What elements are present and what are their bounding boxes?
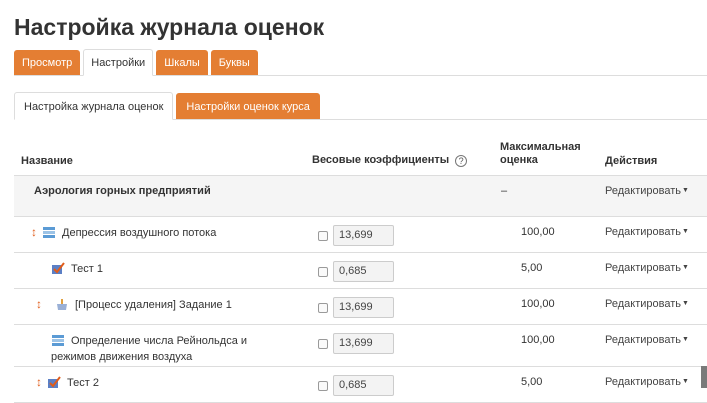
weight-override-checkbox[interactable] [318,302,328,313]
tab-course-grade-settings[interactable]: Настройки оценок курса [176,93,320,119]
tab-setup[interactable]: Настройки [83,49,154,76]
grade-category-icon [42,226,56,239]
tab-scales[interactable]: Шкалы [156,50,208,75]
caret-down-icon: ▼ [682,227,689,235]
header-max-line2: оценка [500,153,538,166]
max-grade: 100,00 [521,297,555,310]
tab-view[interactable]: Просмотр [14,50,81,75]
assignment-icon [55,298,69,311]
table-row: ↕ Депрессия воздушного потока 13,699 100… [14,216,707,253]
edit-menu[interactable]: Редактировать▼ [605,226,689,238]
edit-menu[interactable]: Редактировать▼ [605,376,689,388]
header-max-grade: Максимальная оценка [500,131,605,176]
weight-input[interactable]: 13,699 [333,296,394,318]
edit-menu[interactable]: Редактировать▼ [605,298,689,310]
item-name[interactable]: Тест 1 [71,262,103,277]
caret-down-icon: ▼ [682,377,689,385]
table-header: Название Весовые коэффициенты? Максималь… [14,131,707,176]
max-grade: 100,00 [521,225,555,238]
caret-down-icon: ▼ [682,263,689,271]
scrollbar-thumb[interactable] [701,366,707,388]
weight-input[interactable]: 13,699 [333,224,394,246]
quiz-icon [51,261,65,275]
edit-menu[interactable]: Редактировать▼ [605,262,689,274]
header-name: Название [14,131,312,176]
weight-override-checkbox[interactable] [318,230,328,241]
tab-gradebook-setup[interactable]: Настройка журнала оценок [14,92,174,120]
item-name-line1[interactable]: Определение числа Рейнольдса и [71,334,247,349]
main-tabs: Просмотр Настройки Шкалы Буквы [14,49,707,76]
gradebook-setup-table: Название Весовые коэффициенты? Максималь… [14,131,707,403]
caret-down-icon: ▼ [682,299,689,307]
header-max-line1: Максимальная [500,140,581,153]
sub-tabs: Настройка журнала оценок Настройки оцено… [14,92,707,120]
weight-override-checkbox[interactable] [318,338,328,349]
item-name[interactable]: [Процесс удаления] Задание 1 [75,298,232,313]
item-name-line2[interactable]: режимов движения воздуха [14,350,312,365]
max-grade: 5,00 [521,261,543,274]
caret-down-icon: ▼ [682,186,689,194]
header-weights: Весовые коэффициенты? [312,131,500,176]
weight-input[interactable]: 0,685 [333,374,394,396]
category-name: Аэрология горных предприятий [14,175,312,217]
move-icon[interactable]: ↕ [35,297,43,311]
category-row: Аэрология горных предприятий – Редактиро… [14,175,707,217]
category-max: – [501,184,508,197]
page-title: Настройка журнала оценок [14,14,325,40]
header-weights-label: Весовые коэффициенты [312,153,450,166]
item-name[interactable]: Тест 2 [67,376,99,391]
move-icon[interactable]: ↕ [30,225,38,239]
weight-input[interactable]: 13,699 [333,332,394,354]
header-actions: Действия [605,131,707,176]
table-row: ↕ [Процесс удаления] Задание 1 13,699 10… [14,288,707,325]
max-grade: 100,00 [521,333,555,346]
item-name[interactable]: Депрессия воздушного потока [62,226,216,241]
quiz-icon [47,375,61,389]
caret-down-icon: ▼ [682,335,689,343]
max-grade: 5,00 [521,375,543,388]
table-row: Тест 1 0,685 5,00 Редактировать▼ [14,252,707,289]
grade-category-icon [51,334,65,347]
table-row: Определение числа Рейнольдса и режимов д… [14,324,707,367]
weight-override-checkbox[interactable] [318,266,328,277]
weight-override-checkbox[interactable] [318,380,328,391]
edit-menu-category[interactable]: Редактировать▼ [605,185,689,197]
tab-letters[interactable]: Буквы [210,50,258,75]
weight-input[interactable]: 0,685 [333,260,394,282]
help-icon[interactable]: ? [455,154,468,167]
edit-menu[interactable]: Редактировать▼ [605,334,689,346]
move-icon[interactable]: ↕ [35,375,43,389]
table-row: ↕ Тест 2 0,685 5,00 Редактировать▼ [14,366,707,403]
